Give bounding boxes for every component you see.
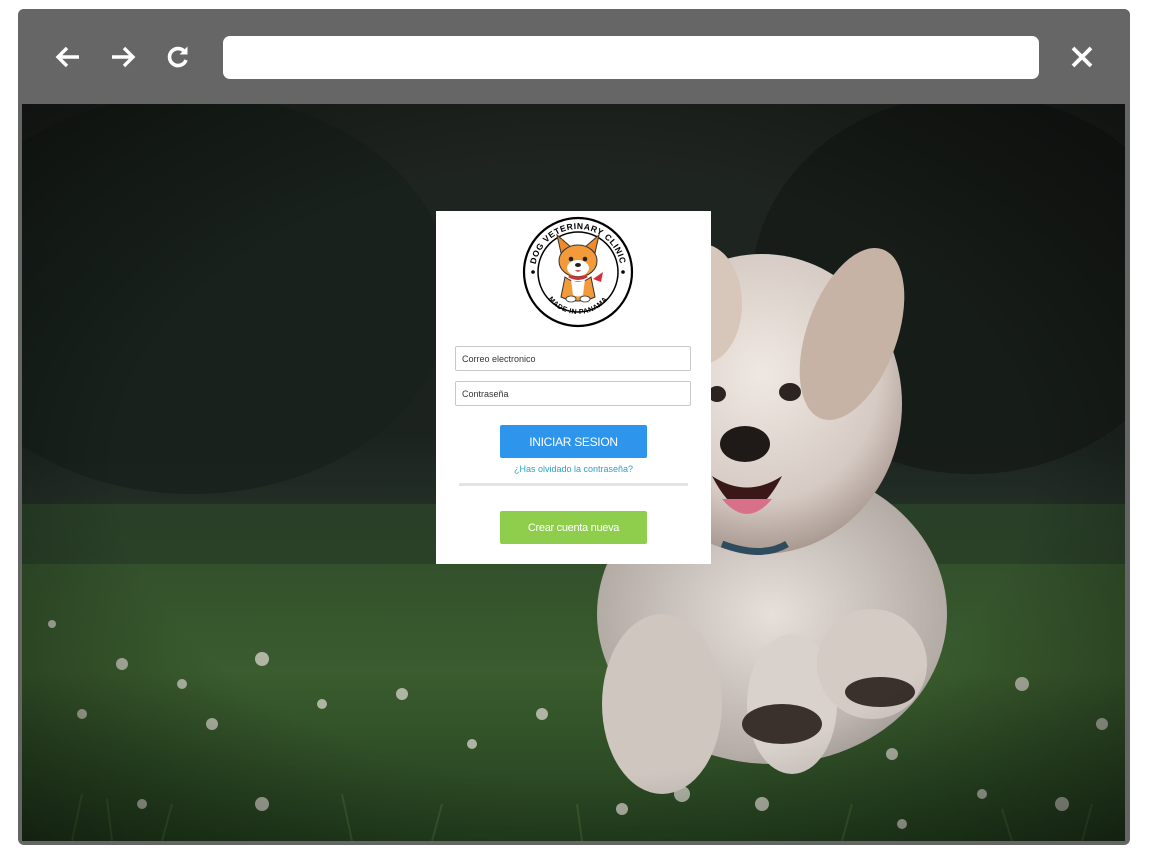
forgot-password-link[interactable]: ¿Has olvidado la contraseña? bbox=[436, 464, 711, 474]
login-card: DOG VETERINARY CLINIC MADE IN PANAMA Cor… bbox=[436, 211, 711, 564]
email-field[interactable] bbox=[455, 346, 691, 371]
close-button[interactable] bbox=[1064, 39, 1100, 75]
back-button[interactable] bbox=[50, 39, 86, 75]
reload-button[interactable] bbox=[160, 39, 196, 75]
arrow-right-icon bbox=[112, 46, 136, 68]
browser-toolbar bbox=[18, 9, 1130, 104]
browser-window: DOG VETERINARY CLINIC MADE IN PANAMA Cor… bbox=[18, 9, 1130, 845]
forward-button[interactable] bbox=[105, 39, 141, 75]
clinic-logo: DOG VETERINARY CLINIC MADE IN PANAMA bbox=[522, 216, 634, 328]
login-button[interactable]: INICIAR SESION bbox=[500, 425, 647, 458]
arrow-left-icon bbox=[55, 46, 79, 68]
divider bbox=[459, 483, 688, 486]
address-bar[interactable] bbox=[223, 36, 1039, 79]
page-viewport: DOG VETERINARY CLINIC MADE IN PANAMA Cor… bbox=[22, 104, 1125, 841]
password-field[interactable] bbox=[455, 381, 691, 406]
create-account-button[interactable]: Crear cuenta nueva bbox=[500, 511, 647, 544]
reload-icon bbox=[167, 46, 188, 68]
close-icon bbox=[1071, 46, 1093, 68]
